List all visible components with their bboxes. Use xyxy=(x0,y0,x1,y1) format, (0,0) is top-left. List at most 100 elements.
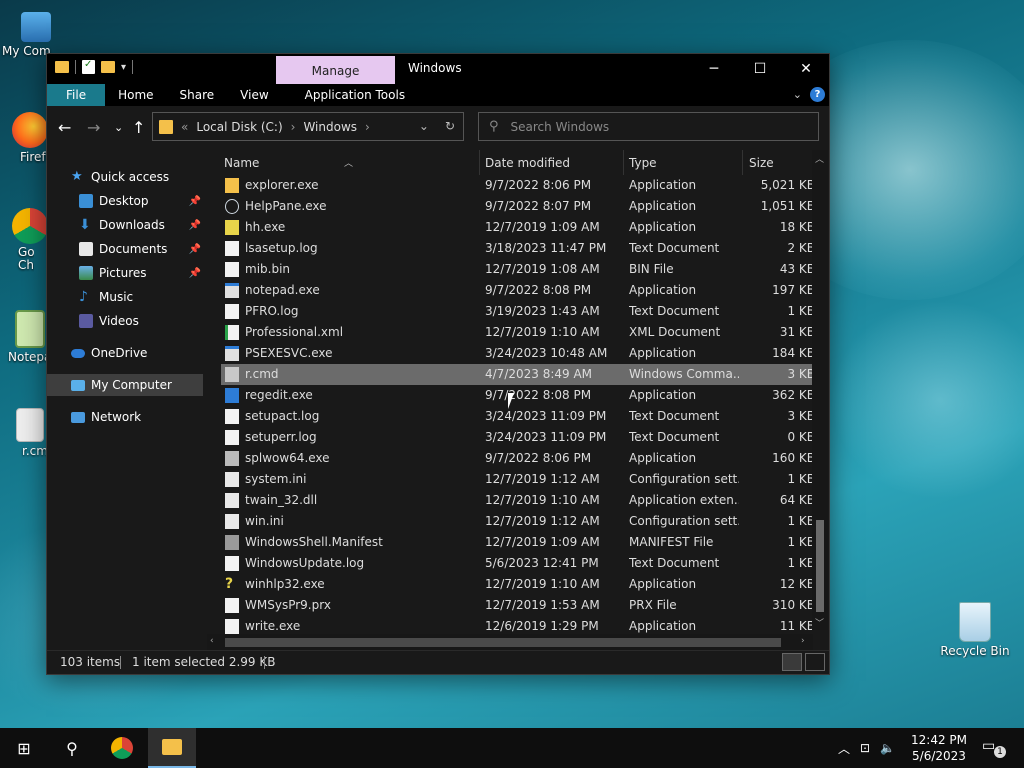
column-size[interactable]: Size xyxy=(749,156,774,170)
nav-item-my-computer[interactable]: My Computer xyxy=(47,374,203,396)
address-dropdown-icon[interactable]: ⌄ xyxy=(419,119,429,133)
file-row[interactable]: splwow64.exe 9/7/2022 8:06 PM Application 1… xyxy=(221,448,815,469)
recent-locations-chevron-icon[interactable]: ⌄ xyxy=(114,121,123,134)
file-row[interactable]: r.cmd 4/7/2023 8:49 AM Windows Comma... 3 K… xyxy=(221,364,815,385)
nav-item-documents[interactable]: Documents 📌 xyxy=(47,238,203,260)
scroll-up-icon[interactable]: ︿ xyxy=(815,152,824,165)
file-row[interactable]: WindowsUpdate.log 5/6/2023 12:41 PM Text D… xyxy=(221,553,815,574)
overflow-chevron[interactable]: « xyxy=(181,120,188,134)
file-date-modified: 12/7/2019 1:08 AM xyxy=(485,262,600,276)
help-icon[interactable]: ? xyxy=(810,87,825,102)
file-row[interactable]: PFRO.log 3/19/2023 1:43 AM Text Document 1 … xyxy=(221,301,815,322)
notification-center-icon[interactable]: ▭ 1 xyxy=(982,738,1006,758)
file-row[interactable]: ? winhlp32.exe 12/7/2019 1:10 AM Applicatio… xyxy=(221,574,815,595)
nav-item-music[interactable]: ♪ Music xyxy=(47,286,203,308)
videos-folder-icon xyxy=(79,314,93,328)
file-name: Professional.xml xyxy=(245,325,344,339)
taskbar-file-explorer[interactable] xyxy=(148,728,196,768)
start-button[interactable]: ⊞ xyxy=(0,728,48,768)
taskbar-chrome[interactable] xyxy=(98,728,146,768)
file-row[interactable]: WMSysPr9.prx 12/7/2019 1:53 AM PRX File 310… xyxy=(221,595,815,616)
file-size: 3 KB xyxy=(787,367,815,381)
file-row[interactable]: twain_32.dll 12/7/2019 1:10 AM Application… xyxy=(221,490,815,511)
status-bar: 103 items 1 item selected 2.99 KB xyxy=(47,650,829,674)
nav-item-network[interactable]: Network xyxy=(47,406,203,428)
file-row[interactable]: WindowsShell.Manifest 12/7/2019 1:09 AM MA… xyxy=(221,532,815,553)
nav-item-desktop[interactable]: Desktop 📌 xyxy=(47,190,203,212)
back-arrow-icon[interactable]: ← xyxy=(58,118,71,137)
file-name: winhlp32.exe xyxy=(245,577,325,591)
desktop-icon-my-computer[interactable]: My Com xyxy=(0,10,72,58)
sort-ascending-icon: ︿ xyxy=(344,159,354,169)
network-icon[interactable]: ⊡ xyxy=(860,741,870,755)
breadcrumb-local-disk[interactable]: Local Disk (C:) xyxy=(196,120,282,134)
ribbon-tabs: File Home Share View Application Tools ⌄… xyxy=(47,84,829,106)
nav-item-onedrive[interactable]: OneDrive xyxy=(47,342,203,364)
horizontal-scrollbar[interactable]: ‹ › xyxy=(207,634,813,650)
breadcrumb-separator[interactable]: › xyxy=(291,120,296,134)
maximize-button[interactable]: ☐ xyxy=(737,54,783,84)
scrollbar-thumb[interactable] xyxy=(816,520,824,612)
nav-item-downloads[interactable]: ⬇ Downloads 📌 xyxy=(47,214,203,236)
search-button[interactable]: ⚲ xyxy=(48,728,96,768)
up-arrow-icon[interactable]: ↑ xyxy=(132,118,145,137)
expand-ribbon-icon[interactable]: ⌄ xyxy=(793,88,802,101)
file-row[interactable]: win.ini 12/7/2019 1:12 AM Configuration se… xyxy=(221,511,815,532)
tab-share[interactable]: Share xyxy=(167,84,228,106)
file-row[interactable]: setuperr.log 3/24/2023 11:09 PM Text Docum… xyxy=(221,427,815,448)
file-row[interactable]: HelpPane.exe 9/7/2022 8:07 PM Application 1… xyxy=(221,196,815,217)
file-size: 310 KB xyxy=(772,598,815,612)
scroll-down-icon[interactable]: ﹀ xyxy=(815,616,824,629)
clock-time: 12:42 PM xyxy=(911,733,967,747)
tab-file[interactable]: File xyxy=(47,84,106,106)
details-view-button[interactable] xyxy=(782,653,802,671)
tab-home[interactable]: Home xyxy=(105,84,166,106)
file-row[interactable]: hh.exe 12/7/2019 1:09 AM Application 18 KB xyxy=(221,217,815,238)
forward-arrow-icon[interactable]: → xyxy=(87,118,100,137)
minimize-button[interactable]: ─ xyxy=(691,54,737,84)
new-folder-icon[interactable] xyxy=(101,61,115,73)
tab-view[interactable]: View xyxy=(227,84,281,106)
folder-icon xyxy=(55,61,69,73)
file-row[interactable]: explorer.exe 9/7/2022 8:06 PM Application 5… xyxy=(221,175,815,196)
close-button[interactable]: ✕ xyxy=(783,54,829,84)
nav-item-videos[interactable]: Videos xyxy=(47,310,203,332)
file-type: XML Document xyxy=(629,325,721,339)
show-hidden-icons-icon[interactable]: ︿ xyxy=(838,740,850,757)
volume-icon[interactable]: 🔈 xyxy=(880,741,895,755)
file-row[interactable]: Professional.xml 12/7/2019 1:10 AM XML Doc… xyxy=(221,322,815,343)
file-row[interactable]: setupact.log 3/24/2023 11:09 PM Text Docum… xyxy=(221,406,815,427)
file-row[interactable]: notepad.exe 9/7/2022 8:08 PM Application 19… xyxy=(221,280,815,301)
column-date-modified[interactable]: Date modified xyxy=(485,156,570,170)
address-bar[interactable]: « Local Disk (C:) › Windows › ⌄ ↻ xyxy=(152,112,464,141)
large-icons-view-button[interactable] xyxy=(805,653,825,671)
file-size: 3 KB xyxy=(787,409,815,423)
nav-item-quick-access[interactable]: ★ Quick access xyxy=(47,166,203,188)
file-row[interactable]: PSEXESVC.exe 3/24/2023 10:48 AM Applicatio… xyxy=(221,343,815,364)
pin-icon: 📌 xyxy=(188,219,201,231)
column-type[interactable]: Type xyxy=(629,156,657,170)
refresh-icon[interactable]: ↻ xyxy=(445,119,455,133)
file-date-modified: 9/7/2022 8:07 PM xyxy=(485,199,592,213)
search-input[interactable]: Search Windows xyxy=(511,120,610,134)
breadcrumb-windows[interactable]: Windows xyxy=(303,120,357,134)
desktop-icon-recycle-bin[interactable]: Recycle Bin xyxy=(938,602,1012,658)
file-row[interactable]: system.ini 12/7/2019 1:12 AM Configuration… xyxy=(221,469,815,490)
nav-item-pictures[interactable]: Pictures 📌 xyxy=(47,262,203,284)
scroll-right-icon[interactable]: › xyxy=(801,636,805,646)
column-name[interactable]: Name xyxy=(224,156,259,170)
search-box[interactable]: ⚲ Search Windows xyxy=(478,112,819,141)
file-row[interactable]: lsasetup.log 3/18/2023 11:47 PM Text Docum… xyxy=(221,238,815,259)
properties-icon[interactable] xyxy=(82,59,95,74)
scroll-left-icon[interactable]: ‹ xyxy=(210,636,214,646)
scrollbar-thumb[interactable] xyxy=(225,638,781,647)
tab-manage[interactable]: Manage xyxy=(276,56,395,84)
file-row[interactable]: mib.bin 12/7/2019 1:08 AM BIN File 43 KB xyxy=(221,259,815,280)
breadcrumb-separator[interactable]: › xyxy=(365,120,370,134)
customize-qat-icon[interactable]: ▾ xyxy=(121,62,126,73)
file-size: 64 KB xyxy=(779,493,815,507)
clock[interactable]: 12:42 PM 5/6/2023 xyxy=(904,732,974,764)
mouse-cursor xyxy=(508,393,520,409)
vertical-scrollbar[interactable]: ︿ ﹀ xyxy=(812,150,828,630)
tab-application-tools[interactable]: Application Tools xyxy=(292,84,418,106)
